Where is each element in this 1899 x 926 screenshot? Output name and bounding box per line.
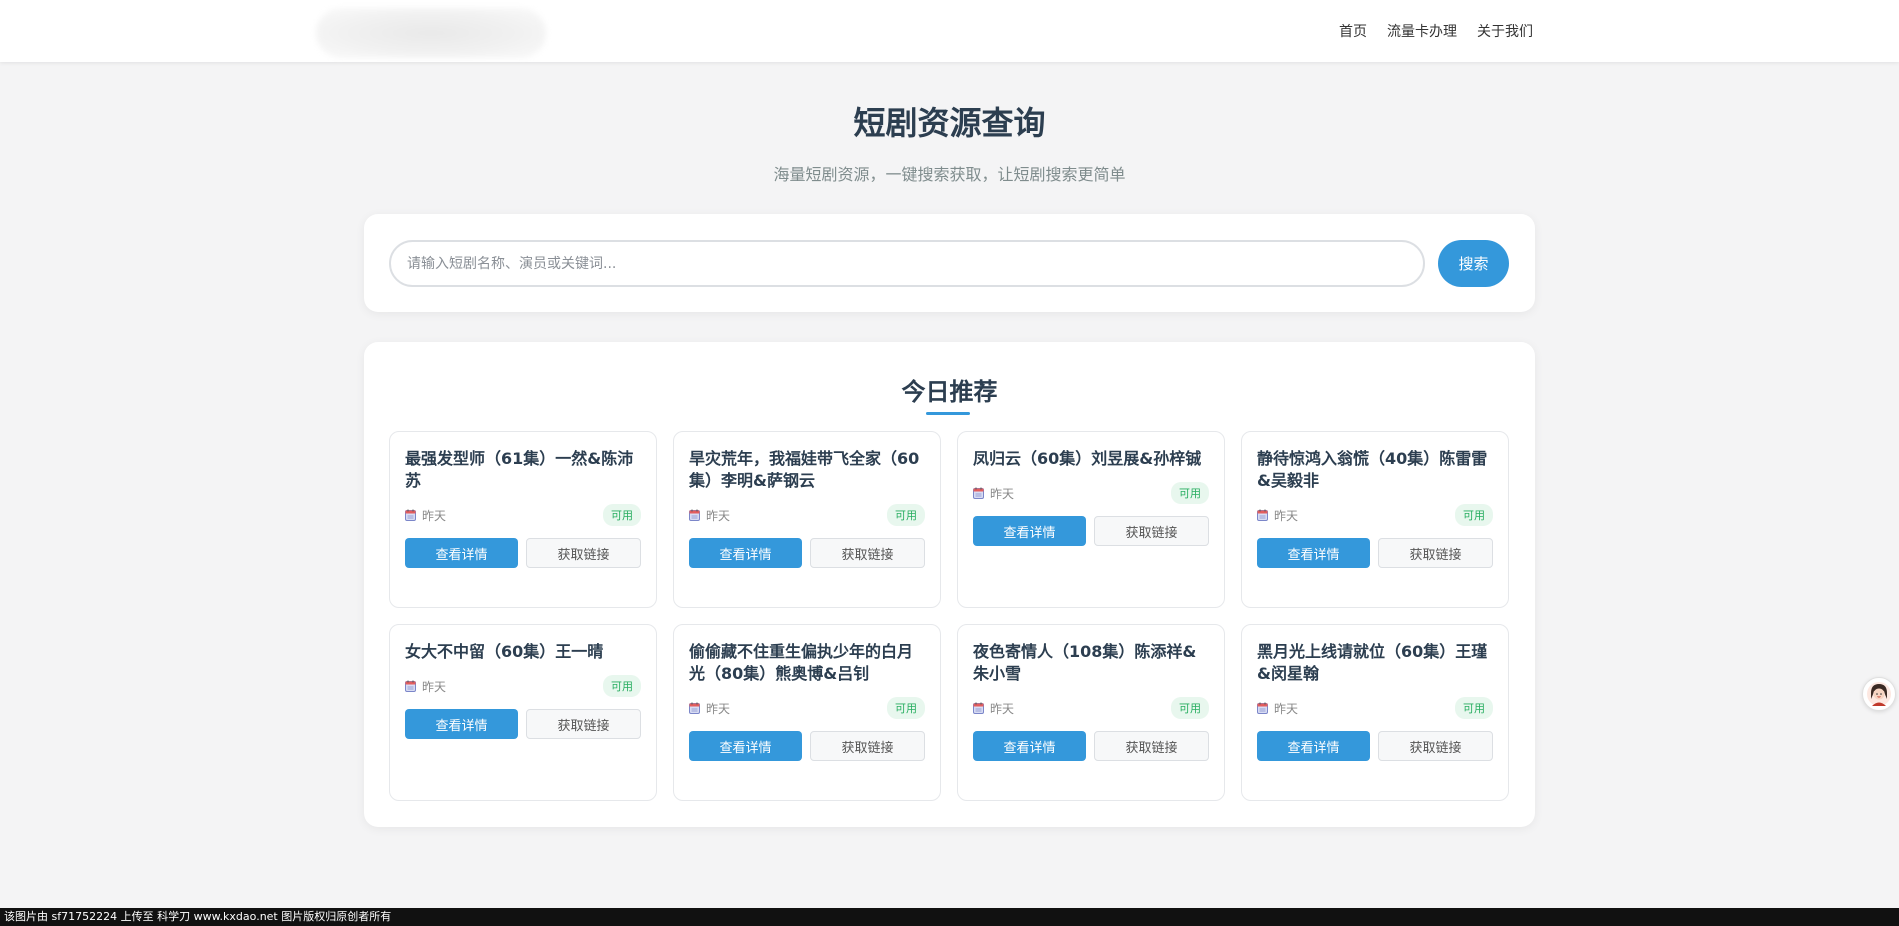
drama-title: 黑月光上线请就位（60集）王瑾&闵星翰: [1257, 642, 1488, 683]
drama-meta: 昨天 可用: [1257, 697, 1493, 719]
get-link-button[interactable]: 获取链接: [526, 709, 641, 739]
drama-title: 凤归云（60集）刘昱展&孙梓铖: [973, 449, 1202, 468]
drama-card: 女大不中留（60集）王一晴 昨天 可用 查看详情 获取链接: [389, 624, 657, 801]
drama-card: 旱灾荒年，我福娃带飞全家（60集）李明&萨钢云 昨天 可用 查看详情 获取链接: [673, 431, 941, 608]
view-detail-button[interactable]: 查看详情: [405, 709, 518, 739]
drama-date: 昨天: [706, 508, 731, 523]
drama-card: 最强发型师（61集）一然&陈沛苏 昨天 可用 查看详情 获取链接: [389, 431, 657, 608]
drama-date: 昨天: [1274, 508, 1299, 523]
view-detail-button[interactable]: 查看详情: [1257, 731, 1370, 761]
view-detail-button[interactable]: 查看详情: [689, 731, 802, 761]
drama-title: 静待惊鸿入翁慌（40集）陈雷雷&吴毅非: [1257, 449, 1488, 490]
nav-home[interactable]: 首页: [1339, 21, 1367, 41]
drama-card: 凤归云（60集）刘昱展&孙梓铖 昨天 可用 查看详情 获取链接: [957, 431, 1225, 608]
recommend-panel: 今日推荐 最强发型师（61集）一然&陈沛苏 昨天 可用 查看详情 获取链接 旱灾…: [364, 342, 1535, 827]
top-navbar: 首页 流量卡办理 关于我们: [0, 0, 1899, 62]
page-title: 短剧资源查询: [853, 104, 1046, 142]
status-badge: 可用: [1455, 504, 1493, 526]
drama-date: 昨天: [990, 486, 1015, 501]
status-badge: 可用: [1171, 482, 1209, 504]
get-link-button[interactable]: 获取链接: [810, 538, 925, 568]
get-link-button[interactable]: 获取链接: [1094, 516, 1209, 546]
nav-about[interactable]: 关于我们: [1477, 21, 1533, 41]
status-badge: 可用: [887, 697, 925, 719]
calendar-icon: [973, 487, 984, 499]
support-avatar-button[interactable]: [1862, 677, 1896, 711]
drama-title: 女大不中留（60集）王一晴: [405, 642, 604, 661]
drama-meta: 昨天 可用: [405, 504, 641, 526]
drama-meta: 昨天 可用: [689, 504, 925, 526]
search-panel: 搜索: [364, 214, 1535, 312]
search-button[interactable]: 搜索: [1438, 240, 1509, 287]
drama-meta: 昨天 可用: [973, 697, 1209, 719]
drama-card: 静待惊鸿入翁慌（40集）陈雷雷&吴毅非 昨天 可用 查看详情 获取链接: [1241, 431, 1509, 608]
drama-date: 昨天: [422, 508, 447, 523]
drama-date: 昨天: [1274, 701, 1299, 716]
get-link-button[interactable]: 获取链接: [1378, 538, 1493, 568]
drama-card: 黑月光上线请就位（60集）王瑾&闵星翰 昨天 可用 查看详情 获取链接: [1241, 624, 1509, 801]
watermark-footer: 该图片由 sf71752224 上传至 科学刀 www.kxdao.net 图片…: [0, 908, 1899, 926]
page-subtitle: 海量短剧资源，一键搜索获取，让短剧搜索更简单: [773, 165, 1126, 184]
get-link-button[interactable]: 获取链接: [810, 731, 925, 761]
drama-date: 昨天: [422, 679, 447, 694]
title-underline: [926, 412, 970, 415]
drama-card: 偷偷藏不住重生偏执少年的白月光（80集）熊奥博&吕钊 昨天 可用 查看详情 获取…: [673, 624, 941, 801]
drama-card: 夜色寄情人（108集）陈添祥&朱小雪 昨天 可用 查看详情 获取链接: [957, 624, 1225, 801]
drama-title: 最强发型师（61集）一然&陈沛苏: [405, 449, 634, 490]
drama-date: 昨天: [706, 701, 731, 716]
get-link-button[interactable]: 获取链接: [526, 538, 641, 568]
calendar-icon: [973, 702, 984, 714]
drama-meta: 昨天 可用: [689, 697, 925, 719]
view-detail-button[interactable]: 查看详情: [689, 538, 802, 568]
view-detail-button[interactable]: 查看详情: [405, 538, 518, 568]
status-badge: 可用: [887, 504, 925, 526]
avatar-icon: [1867, 682, 1891, 706]
drama-meta: 昨天 可用: [405, 675, 641, 697]
view-detail-button[interactable]: 查看详情: [973, 731, 1086, 761]
get-link-button[interactable]: 获取链接: [1094, 731, 1209, 761]
drama-title: 夜色寄情人（108集）陈添祥&朱小雪: [973, 642, 1197, 683]
view-detail-button[interactable]: 查看详情: [973, 516, 1086, 546]
recommend-title: 今日推荐: [901, 378, 998, 406]
site-logo[interactable]: [316, 8, 546, 58]
view-detail-button[interactable]: 查看详情: [1257, 538, 1370, 568]
drama-title: 偷偷藏不住重生偏执少年的白月光（80集）熊奥博&吕钊: [689, 642, 914, 683]
drama-date: 昨天: [990, 701, 1015, 716]
status-badge: 可用: [603, 675, 641, 697]
drama-meta: 昨天 可用: [1257, 504, 1493, 526]
status-badge: 可用: [603, 504, 641, 526]
calendar-icon: [689, 702, 700, 714]
main-nav: 首页 流量卡办理 关于我们: [1339, 21, 1533, 41]
status-badge: 可用: [1455, 697, 1493, 719]
calendar-icon: [689, 509, 700, 521]
status-badge: 可用: [1171, 697, 1209, 719]
get-link-button[interactable]: 获取链接: [1378, 731, 1493, 761]
recommend-grid: 最强发型师（61集）一然&陈沛苏 昨天 可用 查看详情 获取链接 旱灾荒年，我福…: [389, 431, 1510, 801]
calendar-icon: [1257, 509, 1268, 521]
nav-data-card[interactable]: 流量卡办理: [1387, 21, 1457, 41]
calendar-icon: [405, 509, 416, 521]
drama-meta: 昨天 可用: [973, 482, 1209, 504]
search-input[interactable]: [389, 240, 1425, 287]
calendar-icon: [1257, 702, 1268, 714]
drama-title: 旱灾荒年，我福娃带飞全家（60集）李明&萨钢云: [689, 449, 920, 490]
calendar-icon: [405, 680, 416, 692]
